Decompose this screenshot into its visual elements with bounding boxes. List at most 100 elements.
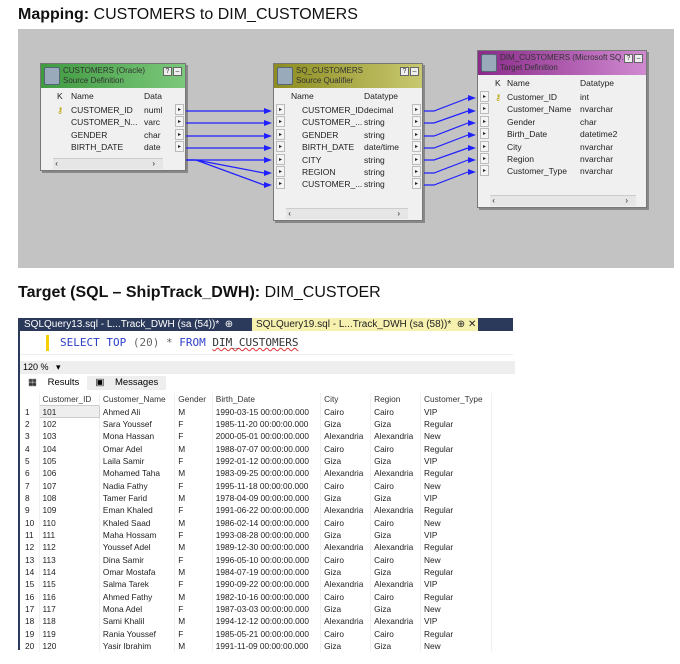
table-cell[interactable]: 103 [39, 430, 100, 443]
table-cell[interactable]: 105 [39, 454, 100, 468]
table-cell[interactable]: F [174, 454, 213, 468]
close-icon[interactable]: ✕ [468, 319, 476, 330]
table-cell[interactable]: VIP [420, 405, 492, 418]
results-tab[interactable]: ▦ Results [20, 376, 87, 390]
table-row[interactable]: 14 114 Omar Mostafa M 1984-07-19 00:00:00.00… [22, 565, 492, 579]
table-cell[interactable]: F [174, 430, 213, 443]
table-cell[interactable]: Rania Youssef [99, 627, 176, 640]
table-cell[interactable]: Giza [320, 417, 372, 431]
table-cell[interactable]: Giza [320, 639, 372, 653]
table-cell[interactable]: 20 [22, 639, 40, 653]
table-cell[interactable]: VIP [420, 491, 492, 505]
table-cell[interactable]: 1984-07-19 00:00:00.000 [212, 565, 322, 579]
table-cell[interactable]: New [420, 516, 492, 529]
table-cell[interactable]: 101 [38, 404, 100, 419]
table-cell[interactable]: M [174, 615, 213, 628]
table-cell[interactable]: Cairo [320, 442, 372, 455]
table-row[interactable]: 8 108 Tamer Farid M 1978-04-09 00:00:00.000 G… [22, 491, 492, 505]
table-cell[interactable]: 7 [22, 479, 40, 492]
table-cell[interactable]: 106 [39, 467, 100, 480]
table-cell[interactable]: Giza [370, 528, 422, 542]
table-cell[interactable]: 1982-10-16 00:00:00.000 [212, 590, 322, 603]
table-cell[interactable]: Cairo [320, 553, 372, 566]
table-row[interactable]: 17 117 Mona Adel F 1987-03-03 00:00:00.000 Gi… [22, 602, 492, 616]
table-cell[interactable]: 1991-11-09 00:00:00.000 [212, 639, 322, 653]
table-row[interactable]: 1 101 Ahmed Ali M 1990-03-15 00:00:00.000 Cai… [22, 404, 492, 419]
table-cell[interactable]: 1988-07-07 00:00:00.000 [212, 442, 322, 455]
table-cell[interactable]: Alexandria [370, 467, 422, 480]
table-cell[interactable]: Alexandria [370, 541, 422, 554]
table-row[interactable]: 3 103 Mona Hassan F 2000-05-01 00:00:00.000 A… [22, 430, 492, 443]
table-row[interactable]: 15 115 Salma Tarek F 1990-09-22 00:00:00.000… [22, 578, 492, 591]
table-cell[interactable]: Giza [370, 454, 422, 468]
column-header[interactable]: City [320, 393, 372, 406]
table-cell[interactable]: Alexandria [320, 615, 372, 628]
table-cell[interactable]: Cairo [370, 479, 422, 492]
table-cell[interactable]: Cairo [370, 405, 422, 418]
table-cell[interactable]: F [174, 528, 213, 542]
table-cell[interactable]: 109 [39, 504, 100, 517]
table-cell[interactable]: Khaled Saad [99, 516, 176, 529]
table-cell[interactable]: Alexandria [320, 430, 372, 443]
table-cell[interactable]: 1986-02-14 00:00:00.000 [212, 516, 322, 529]
table-cell[interactable]: M [174, 541, 213, 554]
table-cell[interactable]: M [174, 639, 213, 653]
pin-icon[interactable]: ⊕ [225, 319, 233, 330]
table-cell[interactable]: M [174, 516, 213, 529]
table-cell[interactable]: 120 [39, 639, 100, 653]
column-header[interactable]: Birth_Date [212, 393, 322, 406]
table-row[interactable]: 6 106 Mohamed Taha M 1983-09-25 00:00:00.000… [22, 467, 492, 480]
table-cell[interactable]: Giza [320, 454, 372, 468]
table-cell[interactable]: Giza [370, 417, 422, 431]
table-cell[interactable]: 1987-03-03 00:00:00.000 [212, 602, 322, 616]
table-cell[interactable]: VIP [420, 578, 492, 591]
column-header[interactable] [22, 393, 40, 406]
table-cell[interactable]: Omar Adel [99, 442, 176, 455]
table-cell[interactable]: 17 [22, 602, 40, 616]
column-header[interactable]: Region [370, 393, 422, 406]
table-cell[interactable]: 13 [22, 553, 40, 566]
table-cell[interactable]: F [174, 578, 213, 591]
table-cell[interactable]: M [174, 590, 213, 603]
table-cell[interactable]: Regular [420, 627, 492, 640]
table-cell[interactable]: 2000-05-01 00:00:00.000 [212, 430, 322, 443]
pin-icon[interactable]: ⊕ [457, 319, 465, 330]
table-cell[interactable]: F [174, 504, 213, 517]
table-cell[interactable]: 119 [39, 627, 100, 640]
messages-tab[interactable]: ▣ Messages [87, 376, 167, 390]
table-cell[interactable]: 1983-09-25 00:00:00.000 [212, 467, 322, 480]
table-cell[interactable]: New [420, 553, 492, 566]
table-row[interactable]: 2 102 Sara Youssef F 1985-11-20 00:00:00.000… [22, 417, 492, 431]
table-cell[interactable]: Tamer Farid [99, 491, 176, 505]
table-cell[interactable]: 3 [22, 430, 40, 443]
table-cell[interactable]: Cairo [370, 627, 422, 640]
table-cell[interactable]: 1990-03-15 00:00:00.000 [212, 405, 322, 418]
table-cell[interactable]: 1994-12-12 00:00:00.000 [212, 615, 322, 628]
tab-query13[interactable]: SQLQuery13.sql - L...Track_DWH (sa (54))… [24, 318, 233, 331]
table-cell[interactable]: Regular [420, 541, 492, 554]
table-cell[interactable]: Alexandria [320, 467, 372, 480]
table-cell[interactable]: Cairo [370, 553, 422, 566]
table-cell[interactable]: Salma Tarek [99, 578, 176, 591]
table-cell[interactable]: Alexandria [370, 430, 422, 443]
table-cell[interactable]: Regular [420, 417, 492, 431]
table-row[interactable]: 4 104 Omar Adel M 1988-07-07 00:00:00.000 Cai… [22, 442, 492, 455]
table-cell[interactable]: New [420, 430, 492, 443]
table-cell[interactable]: 8 [22, 491, 40, 505]
table-cell[interactable]: Giza [370, 602, 422, 616]
table-cell[interactable]: VIP [420, 528, 492, 542]
table-cell[interactable]: Cairo [320, 479, 372, 492]
table-cell[interactable]: 1992-01-12 00:00:00.000 [212, 454, 322, 468]
table-cell[interactable]: New [420, 639, 492, 653]
table-cell[interactable]: Cairo [370, 590, 422, 603]
table-cell[interactable]: VIP [420, 454, 492, 468]
table-row[interactable]: 10 110 Khaled Saad M 1986-02-14 00:00:00.000… [22, 516, 492, 529]
table-cell[interactable]: 110 [39, 516, 100, 529]
table-cell[interactable]: Giza [320, 565, 372, 579]
table-row[interactable]: 16 116 Ahmed Fathy M 1982-10-16 00:00:00.000… [22, 590, 492, 603]
table-cell[interactable]: Cairo [320, 516, 372, 529]
table-cell[interactable]: 116 [39, 590, 100, 603]
table-cell[interactable]: Cairo [370, 442, 422, 455]
table-cell[interactable]: M [174, 491, 213, 505]
table-cell[interactable]: Cairo [320, 405, 372, 418]
